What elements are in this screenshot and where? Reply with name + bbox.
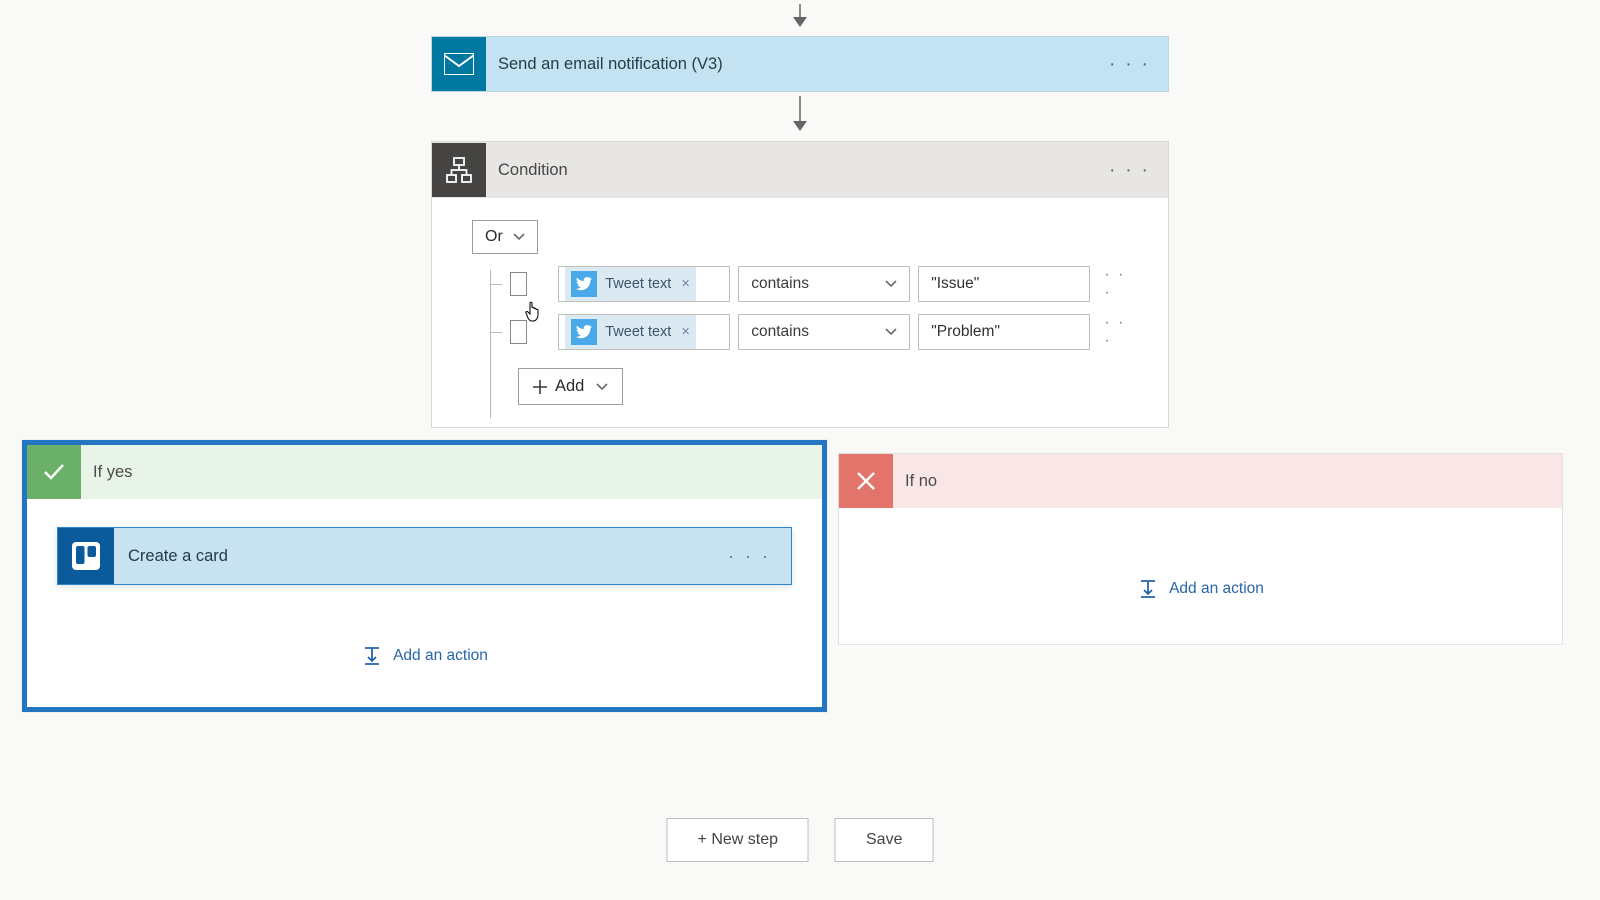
- value-text: "Issue": [931, 275, 979, 293]
- condition-left-field[interactable]: Tweet text ×: [558, 266, 730, 302]
- branch-no-panel: If no Add an action: [838, 453, 1563, 645]
- value-text: "Problem": [931, 323, 1000, 341]
- plus-icon: [533, 380, 547, 394]
- email-step-card[interactable]: Send an email notification (V3) · · ·: [431, 36, 1169, 92]
- add-action-yes[interactable]: Add an action: [57, 645, 792, 667]
- condition-operator-select[interactable]: contains: [738, 314, 910, 350]
- insert-icon: [361, 645, 383, 667]
- save-button[interactable]: Save: [835, 818, 933, 862]
- dynamic-token[interactable]: Tweet text ×: [565, 315, 696, 349]
- x-icon: [839, 454, 893, 508]
- action-menu[interactable]: · · ·: [728, 546, 771, 567]
- add-label: Add: [555, 377, 584, 396]
- condition-row: Tweet text × contains "Problem" · · ·: [482, 314, 1128, 350]
- condition-operator-select[interactable]: contains: [738, 266, 910, 302]
- condition-value-field[interactable]: "Problem": [918, 314, 1090, 350]
- row-menu[interactable]: · · ·: [1104, 266, 1128, 302]
- branch-yes-panel: If yes Create a card · · · Add: [22, 440, 827, 712]
- save-label: Save: [866, 831, 902, 848]
- add-condition-button[interactable]: Add: [518, 368, 623, 405]
- add-action-label: Add an action: [393, 647, 488, 665]
- action-title: Create a card: [128, 547, 228, 566]
- create-card-action[interactable]: Create a card · · ·: [57, 527, 792, 585]
- arrow-down-icon: [793, 17, 807, 27]
- condition-header[interactable]: Condition · · ·: [432, 142, 1168, 198]
- branch-yes-header[interactable]: If yes: [27, 445, 822, 499]
- add-action-label: Add an action: [1169, 580, 1264, 598]
- condition-title: Condition: [498, 161, 568, 180]
- branch-yes-title: If yes: [93, 463, 132, 482]
- trello-icon: [58, 528, 114, 584]
- email-step-title: Send an email notification (V3): [498, 55, 723, 74]
- condition-row: Tweet text × contains "Issue" · · ·: [482, 266, 1128, 302]
- token-label: Tweet text: [605, 276, 671, 292]
- new-step-label: + New step: [698, 831, 778, 848]
- condition-card: Condition · · · Or: [431, 141, 1169, 428]
- chevron-down-icon: [596, 377, 608, 396]
- mail-icon: [432, 37, 486, 91]
- dynamic-token[interactable]: Tweet text ×: [565, 267, 696, 301]
- arrow-down-icon: [793, 121, 807, 131]
- branch-icon: [432, 143, 486, 197]
- condition-menu[interactable]: · · ·: [1109, 159, 1150, 182]
- twitter-icon: [571, 319, 597, 345]
- operator-label: contains: [751, 323, 809, 341]
- operator-label: contains: [751, 275, 809, 293]
- condition-value-field[interactable]: "Issue": [918, 266, 1090, 302]
- check-icon: [27, 445, 81, 499]
- footer-actions: + New step Save: [667, 818, 934, 862]
- row-menu[interactable]: · · ·: [1104, 314, 1128, 350]
- group-operator-select[interactable]: Or: [472, 220, 538, 254]
- row-checkbox[interactable]: [510, 320, 527, 344]
- token-label: Tweet text: [605, 324, 671, 340]
- condition-left-field[interactable]: Tweet text ×: [558, 314, 730, 350]
- branch-no-title: If no: [905, 472, 937, 491]
- add-action-no[interactable]: Add an action: [869, 578, 1532, 600]
- branch-no-header[interactable]: If no: [839, 454, 1562, 508]
- chevron-down-icon: [513, 228, 525, 246]
- insert-icon: [1137, 578, 1159, 600]
- row-checkbox[interactable]: [510, 272, 527, 296]
- twitter-icon: [571, 271, 597, 297]
- token-remove-icon[interactable]: ×: [681, 324, 689, 340]
- group-operator-label: Or: [485, 228, 503, 246]
- email-step-menu[interactable]: · · ·: [1109, 53, 1150, 76]
- token-remove-icon[interactable]: ×: [681, 276, 689, 292]
- new-step-button[interactable]: + New step: [667, 818, 809, 862]
